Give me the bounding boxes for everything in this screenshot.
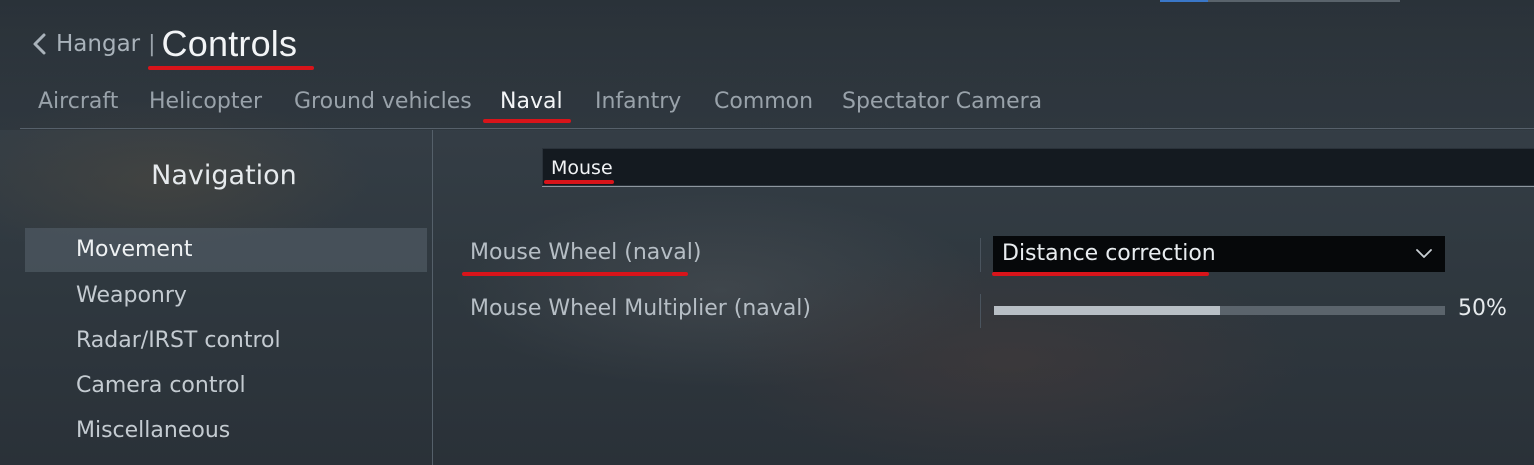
navigation-title: Navigation [151,160,297,191]
row-divider-mouse-wheel [980,238,981,272]
active-tab-underline [483,119,571,123]
mouse-wheel-label: Mouse Wheel (naval) [470,240,702,265]
mouse-wheel-multiplier-slider[interactable] [994,306,1445,315]
category-tabs: Aircraft Helicopter Ground vehicles Nava… [38,84,1042,120]
row-divider-multiplier [980,294,981,328]
nav-item-miscellaneous[interactable]: Miscellaneous [25,409,427,453]
nav-item-movement[interactable]: Movement [25,228,427,272]
search-highlight-underline [544,180,614,184]
nav-item-camera-control[interactable]: Camera control [25,364,427,408]
title-highlight-underline [148,66,314,70]
tab-helicopter[interactable]: Helicopter [149,84,294,120]
tab-ground-vehicles[interactable]: Ground vehicles [294,84,500,120]
dropdown-value-underline [992,272,1209,276]
navigation-panel: Navigation Movement Weaponry Radar/IRST … [25,130,433,465]
mouse-wheel-dropdown-value: Distance correction [1002,241,1216,266]
tabs-divider [20,128,1534,129]
nav-item-weaponry[interactable]: Weaponry [25,274,427,318]
tab-infantry[interactable]: Infantry [595,84,714,120]
chevron-down-icon [1416,249,1432,258]
mouse-wheel-label-underline [462,272,688,276]
tab-common[interactable]: Common [714,84,842,120]
search-input[interactable] [551,153,1511,183]
mouse-wheel-multiplier-label: Mouse Wheel Multiplier (naval) [470,296,811,321]
page-header: Hangar | Controls [30,18,297,70]
search-box [542,148,1534,186]
mouse-wheel-multiplier-value: 50% [1458,296,1507,321]
chevron-left-icon [33,33,46,55]
top-progress-accent [1160,0,1208,2]
nav-item-radar-irst-control[interactable]: Radar/IRST control [25,319,427,363]
header-separator: | [148,31,156,57]
tab-spectator-camera[interactable]: Spectator Camera [842,84,1042,120]
slider-fill [994,306,1220,315]
page-title: Controls [161,23,298,64]
tab-aircraft[interactable]: Aircraft [38,84,149,120]
search-underline [542,186,1534,187]
back-link-label: Hangar [56,31,141,57]
tab-naval[interactable]: Naval [500,84,595,120]
mouse-wheel-dropdown[interactable]: Distance correction [993,236,1445,272]
back-to-hangar-link[interactable]: Hangar [30,31,140,57]
navigation-divider [432,130,433,465]
